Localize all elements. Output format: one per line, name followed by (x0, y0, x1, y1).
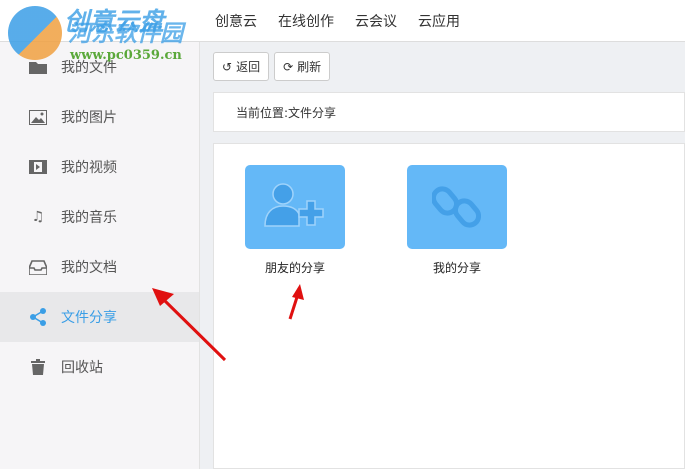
content-panel: 朋友的分享 我的分享 (213, 143, 685, 469)
back-label: 返回 (236, 60, 261, 74)
breadcrumb: 当前位置:文件分享 (213, 92, 685, 132)
nav-cloud-apps[interactable]: 云应用 (418, 11, 460, 31)
tile-label: 朋友的分享 (264, 261, 325, 275)
refresh-icon: ⟳ (283, 59, 294, 74)
inbox-icon (28, 258, 48, 276)
folder-icon (28, 58, 48, 76)
undo-icon: ↺ (222, 59, 233, 74)
sidebar-item-label: 我的文件 (61, 60, 117, 76)
sidebar-item-label: 我的文档 (61, 260, 117, 276)
sidebar-item-label: 我的图片 (61, 110, 117, 126)
add-user-icon (245, 165, 345, 249)
sidebar: 我的文件 我的图片 我的视频 ♫ 我的音乐 我的文档 文件分享 回收站 (0, 42, 200, 469)
nav-online-create[interactable]: 在线创作 (278, 11, 334, 31)
sidebar-item-label: 回收站 (61, 360, 103, 376)
refresh-button[interactable]: ⟳ 刷新 (274, 52, 331, 81)
tile-friends-share[interactable]: 朋友的分享 (245, 165, 345, 276)
sidebar-item-my-images[interactable]: 我的图片 (0, 92, 199, 142)
top-nav: 创意云 在线创作 云会议 云应用 (215, 0, 460, 42)
sidebar-item-recycle-bin[interactable]: 回收站 (0, 342, 199, 392)
film-icon (28, 158, 48, 176)
sidebar-item-label: 文件分享 (61, 310, 117, 326)
sidebar-item-my-docs[interactable]: 我的文档 (0, 242, 199, 292)
top-header: 创意云 在线创作 云会议 云应用 (0, 0, 685, 42)
sidebar-item-label: 我的音乐 (61, 210, 117, 226)
sidebar-item-file-share[interactable]: 文件分享 (0, 292, 199, 342)
sidebar-item-label: 我的视频 (61, 160, 117, 176)
nav-chuangyiyun[interactable]: 创意云 (215, 11, 257, 31)
nav-cloud-meeting[interactable]: 云会议 (355, 11, 397, 31)
toolbar: ↺ 返回 ⟳ 刷新 (213, 52, 331, 81)
link-icon (407, 165, 507, 249)
back-button[interactable]: ↺ 返回 (213, 52, 270, 81)
trash-icon (28, 358, 48, 376)
sidebar-item-my-music[interactable]: ♫ 我的音乐 (0, 192, 199, 242)
share-icon (28, 308, 48, 326)
image-icon (28, 108, 48, 126)
tile-label: 我的分享 (432, 261, 481, 275)
refresh-label: 刷新 (297, 60, 322, 74)
tile-my-share[interactable]: 我的分享 (407, 165, 507, 276)
sidebar-item-my-videos[interactable]: 我的视频 (0, 142, 199, 192)
sidebar-item-my-files[interactable]: 我的文件 (0, 42, 199, 92)
music-icon: ♫ (31, 209, 45, 225)
